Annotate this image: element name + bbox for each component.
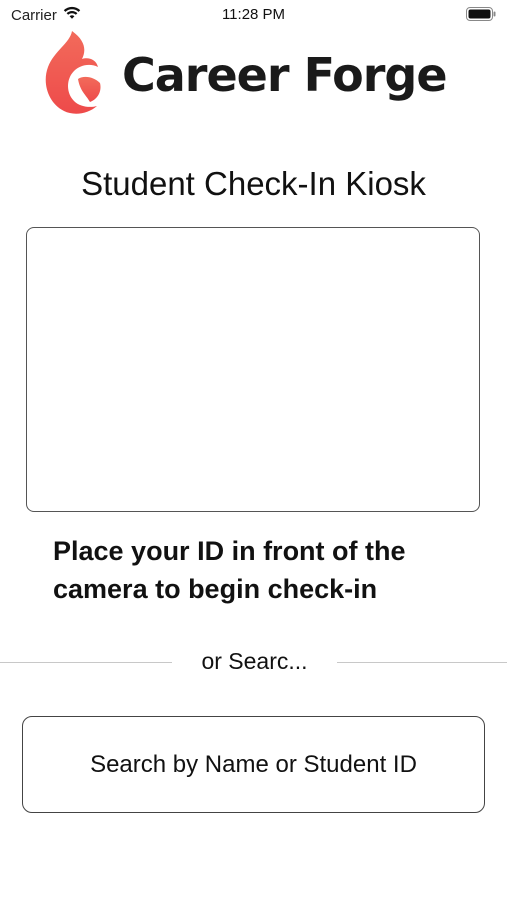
camera-preview: [26, 227, 480, 512]
divider-label: or Searc...: [201, 648, 308, 674]
status-time: 11:28 PM: [221, 6, 286, 23]
flame-logo-icon: [45, 31, 101, 114]
battery-icon: [466, 7, 496, 21]
camera-instructions: Place your ID in front of the camera to …: [53, 536, 406, 604]
divider-line-left: [0, 662, 172, 663]
check-in-screen: Carrier 11:28 PM Career Forge Student Ch…: [0, 0, 507, 900]
brand-name: Career Forge: [122, 48, 448, 102]
status-bar: Carrier 11:28 PM: [0, 0, 507, 30]
page-title: Student Check-In Kiosk: [81, 165, 426, 202]
search-button[interactable]: Search by Name or Student ID: [22, 716, 485, 813]
search-button-label: Search by Name or Student ID: [90, 750, 417, 778]
divider-line-right: [337, 662, 507, 663]
brand-logo: Career Forge: [40, 29, 448, 115]
